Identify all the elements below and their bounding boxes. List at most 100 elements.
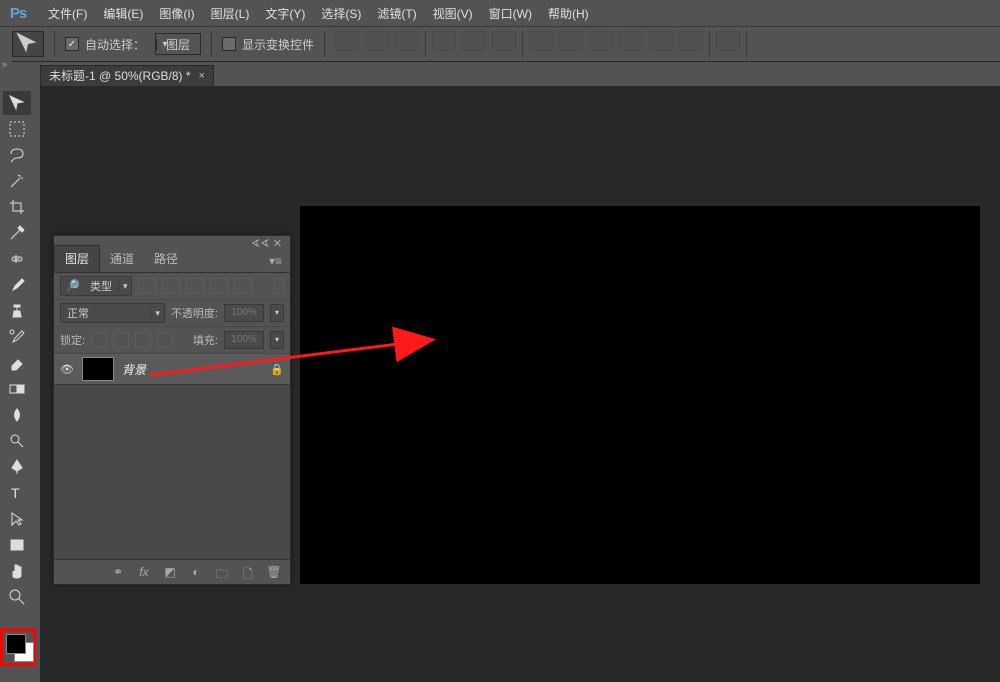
tool-rectangle[interactable] xyxy=(3,533,31,557)
menu-type[interactable]: 文字(Y) xyxy=(257,1,313,26)
separator xyxy=(746,31,747,57)
tool-crop[interactable] xyxy=(3,195,31,219)
tool-eraser[interactable] xyxy=(3,351,31,375)
document-tab[interactable]: 未标题-1 @ 50%(RGB/8) * × xyxy=(40,65,214,86)
app-logo-text: Ps xyxy=(10,5,26,22)
menu-select[interactable]: 选择(S) xyxy=(313,1,369,26)
tool-magic-wand[interactable] xyxy=(3,169,31,193)
tool-marquee[interactable] xyxy=(3,117,31,141)
tool-dodge[interactable] xyxy=(3,429,31,453)
layer-filter-row: 🔎 类型 ▾ xyxy=(54,273,290,300)
fill-stepper[interactable]: ▾ xyxy=(270,331,284,349)
document-tab-row: 未标题-1 @ 50%(RGB/8) * × xyxy=(40,64,214,86)
menu-layer[interactable]: 图层(L) xyxy=(203,1,258,26)
distribute-hcenter-icon[interactable] xyxy=(649,31,673,51)
visibility-icon[interactable] xyxy=(60,362,74,376)
new-layer-icon[interactable]: 🗋 xyxy=(240,565,256,579)
link-layers-icon[interactable]: ⚭ xyxy=(110,565,126,579)
layer-row[interactable]: 背景 🔒 xyxy=(54,354,290,385)
align-hcenter-icon[interactable] xyxy=(462,31,486,51)
filter-pixel-icon[interactable] xyxy=(138,278,156,294)
distribute-left-icon[interactable] xyxy=(619,31,643,51)
tab-channels[interactable]: 通道 xyxy=(100,246,144,272)
tab-layers[interactable]: 图层 xyxy=(54,245,100,272)
tool-path-select[interactable] xyxy=(3,507,31,531)
align-right-icon[interactable] xyxy=(492,31,516,51)
align-bottom-icon[interactable] xyxy=(395,31,419,51)
show-transform-label: 显示变换控件 xyxy=(242,36,314,53)
show-transform-checkbox[interactable]: 显示变换控件 xyxy=(222,36,314,53)
tool-hand[interactable] xyxy=(3,559,31,583)
layer-thumbnail[interactable] xyxy=(82,357,114,381)
tool-healing[interactable] xyxy=(3,247,31,271)
fill-value[interactable]: 100% xyxy=(224,331,264,349)
panel-collapse-icon[interactable]: ∢∢ ✕ xyxy=(247,235,286,252)
menu-file[interactable]: 文件(F) xyxy=(40,1,95,26)
tool-lasso[interactable] xyxy=(3,143,31,167)
tool-pen[interactable] xyxy=(3,455,31,479)
auto-align-icon[interactable] xyxy=(716,31,740,51)
distribute-bottom-icon[interactable] xyxy=(589,31,613,51)
menu-help[interactable]: 帮助(H) xyxy=(540,1,597,26)
lock-pixels-icon[interactable] xyxy=(113,332,129,348)
tool-type[interactable]: T xyxy=(3,481,31,505)
tool-zoom[interactable] xyxy=(3,585,31,609)
panel-footer: ⚭ fx ◩ ◐ 🗀 🗋 🗑 xyxy=(54,559,290,584)
tool-clone[interactable] xyxy=(3,299,31,323)
align-vcenter-icon[interactable] xyxy=(365,31,389,51)
foreground-color-icon[interactable] xyxy=(6,634,26,654)
opacity-stepper[interactable]: ▾ xyxy=(270,304,284,322)
separator xyxy=(522,31,523,57)
separator xyxy=(425,31,426,57)
lock-transparency-icon[interactable] xyxy=(91,332,107,348)
new-group-icon[interactable]: 🗀 xyxy=(214,565,230,579)
panel-menu-icon[interactable]: ▾≡ xyxy=(261,250,290,272)
color-swatch[interactable] xyxy=(0,628,36,666)
distribute-right-icon[interactable] xyxy=(679,31,703,51)
opacity-value[interactable]: 100% xyxy=(224,304,264,322)
tool-move[interactable] xyxy=(3,91,31,115)
panel-expand-icon[interactable] xyxy=(0,60,12,72)
menu-edit[interactable]: 编辑(E) xyxy=(95,1,151,26)
filter-type-icon[interactable] xyxy=(186,278,204,294)
align-left-icon[interactable] xyxy=(432,31,456,51)
lock-all-icon[interactable] xyxy=(157,332,173,348)
svg-text:T: T xyxy=(11,485,20,501)
auto-select-value: 图层 xyxy=(156,36,200,53)
menu-window[interactable]: 窗口(W) xyxy=(481,1,540,26)
close-icon[interactable]: × xyxy=(199,70,205,82)
tool-history-brush[interactable] xyxy=(3,325,31,349)
distribute-top-icon[interactable] xyxy=(529,31,553,51)
distribute-vcenter-icon[interactable] xyxy=(559,31,583,51)
auto-select-dropdown[interactable]: 图层 ▾ xyxy=(155,33,201,55)
tool-gradient[interactable] xyxy=(3,377,31,401)
align-top-icon[interactable] xyxy=(335,31,359,51)
lock-icon[interactable]: 🔒 xyxy=(270,363,284,376)
filter-toggle-icon[interactable] xyxy=(274,278,284,294)
layer-mask-icon[interactable]: ◩ xyxy=(162,565,178,579)
document-canvas[interactable] xyxy=(300,206,980,584)
layer-name[interactable]: 背景 xyxy=(122,361,146,378)
layer-list: 背景 🔒 xyxy=(54,354,290,560)
filter-shape-icon[interactable] xyxy=(210,278,228,294)
delete-layer-icon[interactable]: 🗑 xyxy=(266,565,282,579)
current-tool-indicator[interactable] xyxy=(12,31,44,57)
filter-type-dropdown[interactable]: 🔎 类型 ▾ xyxy=(60,276,132,296)
tab-paths[interactable]: 路径 xyxy=(144,246,188,272)
checkbox-icon xyxy=(65,37,79,51)
layer-fx-icon[interactable]: fx xyxy=(136,565,152,579)
lock-position-icon[interactable] xyxy=(135,332,151,348)
filter-adjust-icon[interactable] xyxy=(162,278,180,294)
menu-filter[interactable]: 滤镜(T) xyxy=(369,1,424,26)
tool-brush[interactable] xyxy=(3,273,31,297)
separator xyxy=(324,31,325,57)
menu-image[interactable]: 图像(I) xyxy=(151,1,202,26)
adjustment-layer-icon[interactable]: ◐ xyxy=(188,565,204,579)
blend-mode-dropdown[interactable]: 正常 ▾ xyxy=(60,303,165,323)
tool-eyedropper[interactable] xyxy=(3,221,31,245)
auto-select-checkbox[interactable]: 自动选择： xyxy=(65,36,145,53)
menu-view[interactable]: 视图(V) xyxy=(425,1,481,26)
filter-smart-icon[interactable] xyxy=(234,278,252,294)
align-buttons xyxy=(335,31,747,57)
tool-blur[interactable] xyxy=(3,403,31,427)
